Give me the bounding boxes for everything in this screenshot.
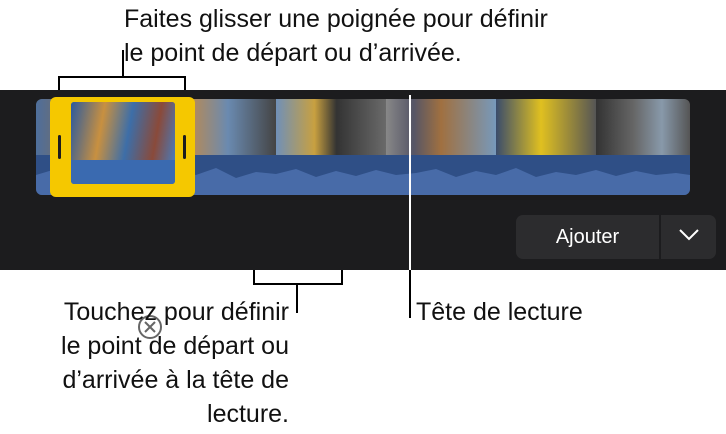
playhead-callout: Tête de lecture bbox=[416, 298, 583, 326]
set-point-callout: Touchez pour définir le point de départ … bbox=[0, 295, 289, 431]
drag-handle-callout: Faites glisser une poignée pour définir … bbox=[124, 2, 684, 70]
clip-thumbnail bbox=[596, 99, 690, 155]
selected-clip-thumbnail bbox=[71, 102, 175, 160]
clip-thumbnail bbox=[496, 99, 596, 155]
callout-line-1: Touchez pour définir bbox=[63, 298, 289, 326]
set-point-bracket bbox=[253, 283, 343, 285]
set-point-bracket-left bbox=[253, 270, 255, 284]
callout-line-4: lecture. bbox=[207, 400, 289, 428]
clip-thumbnail bbox=[386, 99, 496, 155]
playhead-leader bbox=[409, 270, 411, 318]
top-callout-bracket bbox=[58, 76, 186, 78]
clip-thumbnail bbox=[276, 99, 386, 155]
chevron-down-icon bbox=[678, 228, 700, 247]
right-trim-handle[interactable] bbox=[183, 135, 186, 159]
callout-line-2: le point de départ ou bbox=[61, 332, 289, 360]
selected-clip-waveform bbox=[71, 160, 175, 184]
trim-selection[interactable] bbox=[50, 97, 195, 197]
callout-line-3: d’arrivée à la tête de bbox=[62, 366, 289, 394]
set-point-leader bbox=[296, 283, 298, 313]
left-trim-handle[interactable] bbox=[58, 135, 61, 159]
top-callout-leader bbox=[122, 50, 124, 78]
callout-line-1: Faites glisser une poignée pour définir bbox=[124, 5, 548, 33]
add-button[interactable]: Ajouter bbox=[516, 215, 659, 259]
selected-clip-frame bbox=[71, 102, 175, 184]
set-out-icon[interactable] bbox=[311, 312, 341, 342]
callout-line-2: le point de départ ou d’arrivée. bbox=[124, 39, 462, 67]
set-point-bracket-right bbox=[341, 270, 343, 284]
add-options-button[interactable] bbox=[661, 215, 716, 259]
